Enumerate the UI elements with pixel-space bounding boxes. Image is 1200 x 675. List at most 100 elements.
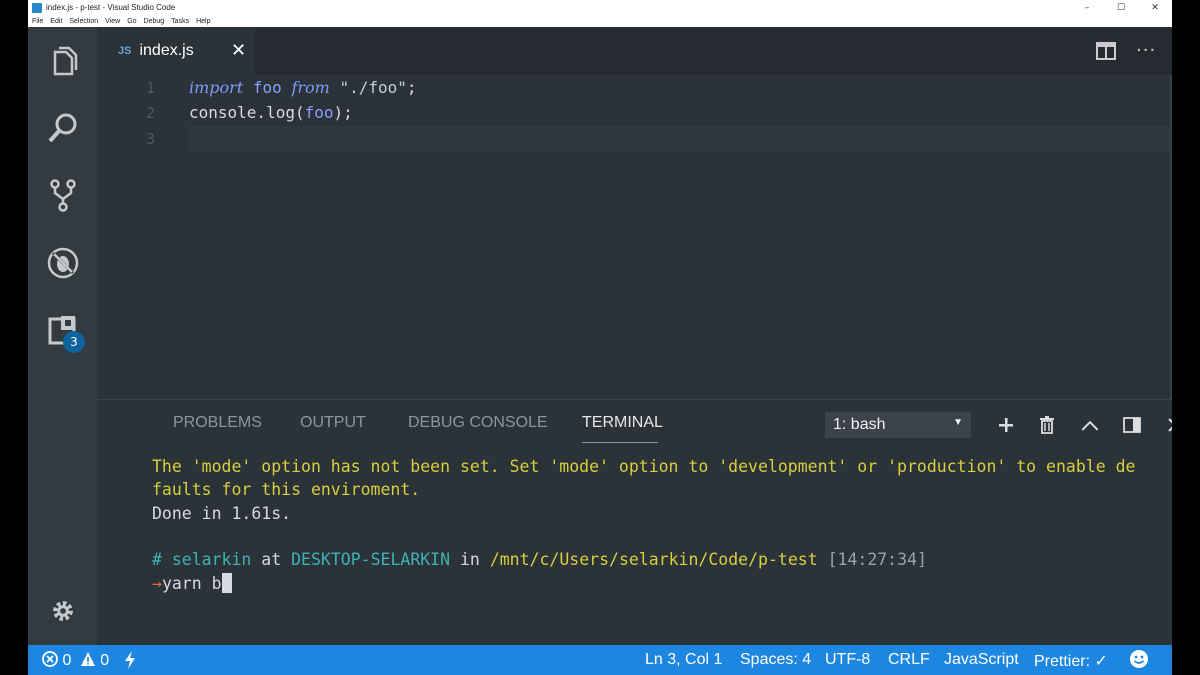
line-number: 3 [145, 130, 155, 148]
menu-go[interactable]: Go [127, 18, 136, 25]
split-editor-icon[interactable] [1096, 42, 1116, 60]
terminal-select-value: 1: bash [833, 416, 886, 433]
source-control-icon [49, 179, 76, 212]
status-bar: 0 0 Ln 3, Col 1 Spaces: 4 UTF-8 CRLF Jav… [28, 645, 1172, 675]
menu-tasks[interactable]: Tasks [171, 18, 189, 25]
line-number: 1 [145, 79, 155, 97]
kill-terminal-button[interactable] [1036, 414, 1058, 436]
code-token: foo [252, 78, 282, 97]
close-tab-icon[interactable]: ✕ [231, 40, 246, 61]
menu-help[interactable]: Help [196, 18, 210, 25]
menu-file[interactable]: File [32, 18, 43, 25]
code-editor[interactable]: 1 2 3 import foo from "./foo"; console.l… [97, 75, 1172, 399]
encoding-status[interactable]: UTF-8 [825, 651, 870, 669]
code-token: import [189, 78, 244, 97]
search-button[interactable] [28, 100, 97, 156]
warning-count: 0 [100, 652, 110, 669]
terminal-line: Done in 1.61s. [152, 504, 292, 523]
javascript-file-icon: JS [118, 45, 132, 57]
close-window-button[interactable]: ✕ [1138, 0, 1172, 15]
terminal-line: The 'mode' option has not been set. Set … [152, 457, 1136, 476]
debug-button[interactable] [28, 235, 97, 291]
prompt-time: [14:27:34] [827, 550, 927, 569]
window-controls: – ☐ ✕ [1070, 0, 1172, 15]
terminal-cursor [221, 573, 232, 593]
code-token: foo [304, 103, 334, 122]
window-title: index.js - p-test - Visual Studio Code [46, 3, 176, 12]
activity-bar: 3 [28, 27, 97, 645]
cursor-position[interactable]: Ln 3, Col 1 [645, 651, 722, 669]
chevron-down-icon: ▼ [953, 417, 963, 428]
code-token: from [291, 78, 330, 97]
line-number: 2 [145, 104, 155, 122]
explorer-button[interactable] [28, 34, 97, 90]
warning-icon [80, 652, 95, 666]
prompt-in: in [460, 550, 480, 569]
menu-view[interactable]: View [105, 18, 120, 25]
prompt-user: selarkin [171, 550, 252, 569]
menu-debug[interactable]: Debug [144, 18, 165, 25]
terminal-select[interactable]: 1: bash ▼ [825, 412, 971, 438]
prompt-host: DESKTOP-SELARKIN [291, 550, 451, 569]
close-icon [1168, 418, 1172, 432]
tab-terminal[interactable]: TERMINAL [582, 414, 663, 432]
prompt-at: at [261, 550, 282, 569]
menu-bar: File Edit Selection View Go Debug Tasks … [28, 15, 1172, 27]
error-icon [42, 651, 58, 667]
problems-status[interactable]: 0 0 [42, 651, 109, 670]
new-terminal-button[interactable] [995, 414, 1017, 436]
prompt-path: /mnt/c/Users/selarkin/Code/p-test [489, 550, 818, 569]
feedback-button[interactable] [1129, 649, 1149, 674]
debug-icon [47, 247, 78, 279]
gear-icon [52, 601, 73, 621]
tab-label: index.js [139, 42, 194, 59]
minimize-button[interactable]: – [1070, 0, 1104, 15]
maximize-button[interactable]: ☐ [1104, 0, 1138, 15]
error-count: 0 [62, 652, 72, 669]
code-token: console.log( [189, 103, 305, 122]
terminal-line: faults for this enviroment. [152, 480, 421, 499]
lightning-button[interactable] [124, 651, 136, 674]
code-line-2[interactable]: console.log(foo); [189, 103, 353, 122]
plus-icon [999, 418, 1013, 432]
title-bar: index.js - p-test - Visual Studio Code –… [28, 0, 1172, 15]
chevron-up-icon [1081, 420, 1099, 431]
trash-icon [1040, 416, 1054, 434]
terminal-prompt-line: # selarkin at DESKTOP-SELARKIN in /mnt/c… [152, 550, 927, 569]
settings-button[interactable] [28, 583, 97, 639]
close-panel-button[interactable] [1164, 414, 1172, 436]
tab-problems[interactable]: PROBLEMS [173, 414, 262, 432]
code-token: ; [406, 78, 417, 97]
code-token: ); [333, 103, 353, 122]
tab-index-js[interactable]: JS index.js ✕ [97, 27, 255, 75]
bottom-panel: PROBLEMS OUTPUT DEBUG CONSOLE TERMINAL 1… [97, 399, 1172, 645]
tab-output[interactable]: OUTPUT [300, 414, 366, 432]
tab-debug-console[interactable]: DEBUG CONSOLE [408, 414, 548, 432]
menu-selection[interactable]: Selection [69, 18, 98, 25]
search-icon [48, 113, 76, 143]
terminal-input-line[interactable]: →yarn b [152, 573, 232, 593]
editor-scrollbar[interactable] [1170, 75, 1172, 399]
language-mode[interactable]: JavaScript [944, 651, 1019, 669]
panel-layout-icon [1123, 417, 1141, 433]
lightning-icon [125, 651, 135, 669]
menu-edit[interactable]: Edit [50, 18, 62, 25]
indentation-status[interactable]: Spaces: 4 [740, 651, 811, 669]
maximize-panel-button[interactable] [1079, 414, 1101, 436]
toggle-panel-position-button[interactable] [1121, 414, 1143, 436]
extensions-badge: 3 [63, 331, 85, 353]
eol-status[interactable]: CRLF [888, 651, 930, 669]
prompt-hash: # [152, 550, 162, 569]
prompt-arrow: → [152, 574, 162, 593]
prettier-status[interactable]: Prettier: ✓ [1034, 651, 1108, 671]
current-line-highlight [188, 126, 1172, 152]
smiley-icon [1130, 650, 1148, 668]
source-control-button[interactable] [28, 167, 97, 223]
code-line-1[interactable]: import foo from "./foo"; [189, 78, 417, 97]
extensions-button[interactable] [28, 302, 97, 358]
vscode-window: index.js - p-test - Visual Studio Code –… [28, 0, 1172, 675]
more-actions-icon[interactable]: ··· [1136, 40, 1156, 61]
